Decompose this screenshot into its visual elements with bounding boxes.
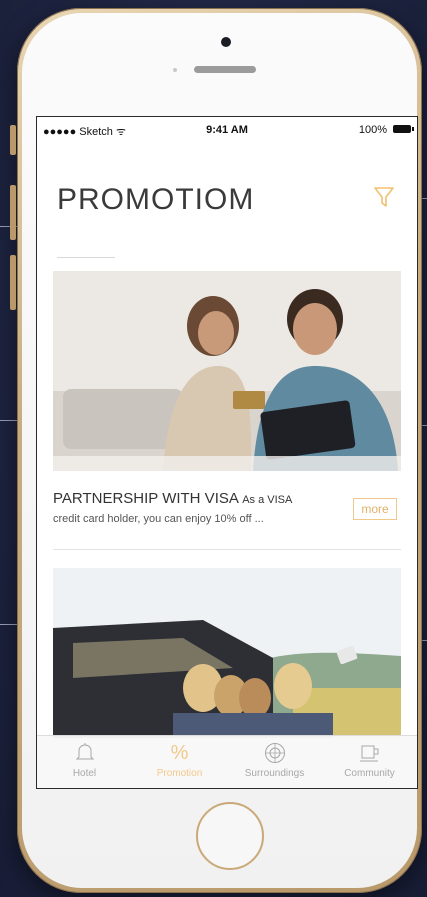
front-camera bbox=[221, 37, 231, 47]
compass-icon bbox=[264, 743, 285, 763]
tab-community[interactable]: Community bbox=[322, 742, 417, 779]
promotion-title: PARTNERSHIP WITH VISA As a VISA bbox=[53, 489, 343, 510]
mute-switch bbox=[10, 125, 16, 155]
battery-percent: 100% bbox=[358, 124, 387, 136]
bell-icon bbox=[75, 743, 94, 760]
volume-up-button bbox=[10, 185, 16, 240]
promotion-description: credit card holder, you can enjoy 10% of… bbox=[53, 513, 264, 525]
tab-surroundings[interactable]: Surroundings bbox=[227, 742, 322, 779]
filter-icon[interactable] bbox=[373, 185, 395, 209]
percent-icon: % bbox=[170, 742, 189, 764]
promotion-lead-in: As a VISA bbox=[242, 494, 293, 506]
earpiece-speaker bbox=[194, 66, 256, 73]
tab-promotion[interactable]: % Promotion bbox=[132, 742, 227, 779]
volume-down-button bbox=[10, 255, 16, 310]
friends-car-illustration bbox=[53, 568, 401, 738]
promotion-headline: PARTNERSHIP WITH VISA bbox=[53, 490, 239, 507]
more-button[interactable]: more bbox=[353, 498, 397, 520]
tab-hotel[interactable]: Hotel bbox=[37, 742, 132, 779]
tab-label-community: Community bbox=[344, 768, 395, 779]
couple-illustration bbox=[53, 271, 401, 471]
page-title: PROMOTIOM bbox=[57, 183, 255, 216]
cup-icon bbox=[359, 745, 378, 762]
promotion-image-visa[interactable] bbox=[53, 271, 401, 471]
app-screen: ●●●●● Sketch ᯤ 9:41 AM 100% PROMOTIOM PA… bbox=[36, 116, 418, 789]
title-divider bbox=[57, 257, 115, 258]
tab-label-hotel: Hotel bbox=[72, 768, 97, 779]
tab-label-promotion: Promotion bbox=[156, 768, 203, 779]
promotion-image-roadtrip[interactable] bbox=[53, 568, 401, 738]
tab-bar: Hotel % Promotion Surroundings Community bbox=[37, 735, 417, 788]
proximity-sensor bbox=[173, 68, 177, 72]
tab-label-surroundings: Surroundings bbox=[244, 768, 305, 779]
card-divider bbox=[53, 549, 401, 550]
battery-icon bbox=[393, 125, 414, 133]
status-bar: ●●●●● Sketch ᯤ 9:41 AM 100% bbox=[37, 117, 417, 139]
home-button[interactable] bbox=[196, 802, 264, 870]
